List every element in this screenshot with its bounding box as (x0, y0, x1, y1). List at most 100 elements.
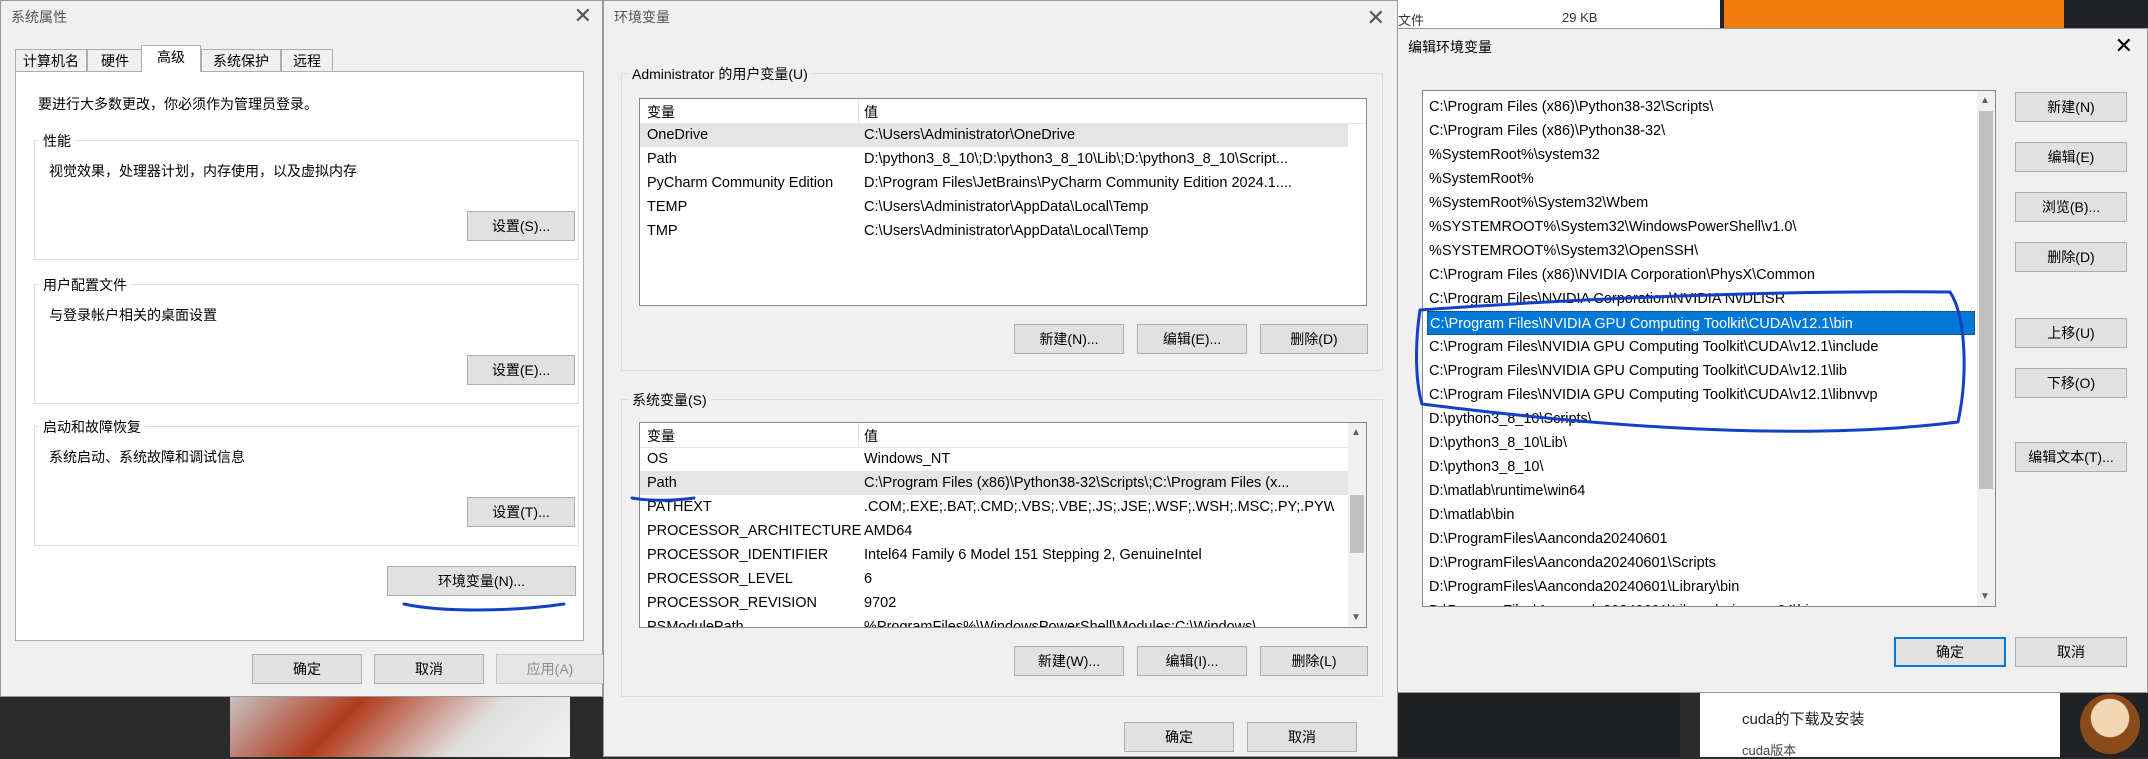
header-divider[interactable] (858, 423, 859, 447)
list-item[interactable]: D:\ProgramFiles\Aanconda20240601\Library… (1427, 575, 1739, 599)
ok-button[interactable]: 确定 (252, 654, 362, 684)
tab-computer-name[interactable]: 计算机名 (15, 49, 87, 71)
background-article-card[interactable]: cuda的下载及安装 cuda版本 (1700, 690, 2060, 758)
environment-variables-button[interactable]: 环境变量(N)... (387, 566, 576, 596)
table-row[interactable]: Path C:\Program Files (x86)\Python38-32\S… (640, 471, 1348, 495)
table-row[interactable]: PROCESSOR_LEVEL 6 (640, 567, 1348, 591)
table-row[interactable]: PATHEXT .COM;.EXE;.BAT;.CMD;.VBS;.VBE;.JS… (640, 495, 1348, 519)
user-edit-button[interactable]: 编辑(E)... (1137, 324, 1247, 354)
list-item[interactable]: C:\Program Files\NVIDIA GPU Computing To… (1427, 383, 1878, 407)
list-item[interactable]: C:\Program Files (x86)\Python38-32\ (1427, 119, 1665, 143)
path-edit-button[interactable]: 编辑(E) (2015, 142, 2127, 172)
background-photo (230, 690, 570, 757)
column-header-variable[interactable]: 变量 (647, 426, 675, 446)
user-profiles-desc: 与登录帐户相关的桌面设置 (49, 307, 217, 323)
startup-recovery-label: 启动和故障恢复 (39, 417, 145, 437)
list-item[interactable]: D:\ProgramFiles\Aanconda20240601 (1427, 527, 1668, 551)
cancel-button[interactable]: 取消 (374, 654, 484, 684)
table-row[interactable]: Path D:\python3_8_10\;D:\python3_8_10\Lib… (640, 147, 1348, 171)
list-item[interactable]: %SystemRoot% (1427, 167, 1534, 191)
edit-text-button[interactable]: 编辑文本(T)... (2015, 442, 2127, 472)
user-delete-button[interactable]: 删除(D) (1260, 324, 1368, 354)
header-divider[interactable] (858, 99, 859, 123)
variable-name: PROCESSOR_LEVEL (647, 571, 793, 587)
startup-recovery-desc: 系统启动、系统故障和调试信息 (49, 449, 245, 465)
variable-name: OneDrive (647, 127, 709, 143)
path-delete-button[interactable]: 删除(D) (2015, 242, 2127, 272)
scroll-thumb[interactable] (1350, 495, 1364, 553)
path-browse-button[interactable]: 浏览(B)... (2015, 192, 2127, 222)
list-item[interactable]: D:\ProgramFiles\Aanconda20240601\Scripts (1427, 551, 1716, 575)
system-variables-list[interactable]: 变量 值 OS Windows_NT Path C:\Program Files (x… (639, 422, 1367, 628)
scroll-thumb[interactable] (1979, 111, 1993, 489)
performance-settings-button[interactable]: 设置(S)... (467, 211, 575, 241)
user-profiles-settings-button[interactable]: 设置(E)... (467, 355, 575, 385)
list-item[interactable]: C:\Program Files\NVIDIA GPU Computing To… (1427, 311, 1975, 335)
tab-advanced[interactable]: 高级 (141, 45, 201, 72)
table-row[interactable]: OneDrive C:\Users\Administrator\OneDrive (640, 123, 1348, 147)
table-row[interactable]: PROCESSOR_IDENTIFIER Intel64 Family 6 Mod… (640, 543, 1348, 567)
table-row[interactable]: PROCESSOR_ARCHITECTURE AMD64 (640, 519, 1348, 543)
variable-value: D:\Program Files\JetBrains\PyCharm Commu… (864, 175, 1292, 191)
list-item[interactable]: D:\matlab\bin (1427, 503, 1514, 527)
move-down-button[interactable]: 下移(O) (2015, 368, 2127, 398)
variable-value: 9702 (864, 595, 897, 611)
system-new-button[interactable]: 新建(W)... (1014, 646, 1124, 676)
background-banner (1724, 0, 2064, 28)
table-row[interactable]: OS Windows_NT (640, 447, 1348, 471)
move-up-button[interactable]: 上移(U) (2015, 318, 2127, 348)
list-item[interactable]: D:\python3_8_10\Lib\ (1427, 431, 1567, 455)
variable-name: TEMP (647, 199, 688, 215)
startup-settings-button[interactable]: 设置(T)... (467, 497, 575, 527)
tab-system-protection[interactable]: 系统保护 (201, 49, 281, 71)
table-row[interactable]: PSModulePath %ProgramFiles%\WindowsPowerS… (640, 615, 1348, 627)
table-row[interactable]: TMP C:\Users\Administrator\AppData\Local\… (640, 219, 1348, 243)
column-header-variable[interactable]: 变量 (647, 102, 675, 122)
path-list-scrollbar[interactable]: ▲ ▼ (1977, 91, 1995, 606)
list-item[interactable]: D:\matlab\runtime\win64 (1427, 479, 1585, 503)
cancel-button[interactable]: 取消 (2015, 637, 2127, 667)
close-icon[interactable]: ✕ (1367, 5, 1385, 31)
list-item[interactable]: C:\Program Files (x86)\NVIDIA Corporatio… (1427, 263, 1815, 287)
list-item[interactable]: D:\python3_8_10\Scripts\ (1427, 407, 1592, 431)
list-item[interactable]: C:\Program Files (x86)\Python38-32\Scrip… (1427, 95, 1713, 119)
list-item[interactable]: %SYSTEMROOT%\System32\OpenSSH\ (1427, 239, 1698, 263)
ok-button[interactable]: 确定 (1124, 722, 1234, 752)
user-new-button[interactable]: 新建(N)... (1014, 324, 1124, 354)
list-item[interactable]: C:\Program Files\NVIDIA GPU Computing To… (1427, 335, 1878, 359)
list-header: 变量 值 (640, 99, 1366, 124)
close-icon[interactable]: ✕ (574, 3, 592, 29)
list-item[interactable]: D:\ProgramFiles\Aanconda20240601\Library… (1427, 599, 1817, 606)
ok-button[interactable]: 确定 (1894, 637, 2006, 667)
article-title[interactable]: cuda的下载及安装 (1742, 708, 1865, 729)
scroll-down-icon[interactable]: ▼ (1980, 591, 1990, 602)
tab-hardware[interactable]: 硬件 (87, 49, 143, 71)
user-variables-list[interactable]: 变量 值 OneDrive C:\Users\Administrator\OneD… (639, 98, 1367, 306)
path-new-button[interactable]: 新建(N) (2015, 92, 2127, 122)
column-header-value[interactable]: 值 (864, 426, 878, 446)
table-row[interactable]: PyCharm Community Edition D:\Program File… (640, 171, 1348, 195)
table-row[interactable]: TEMP C:\Users\Administrator\AppData\Local… (640, 195, 1348, 219)
scroll-up-icon[interactable]: ▲ (1980, 95, 1990, 106)
list-item[interactable]: C:\Program Files\NVIDIA Corporation\NVID… (1427, 287, 1785, 311)
path-entries-list[interactable]: C:\Program Files (x86)\Python38-32\Scrip… (1422, 90, 1996, 607)
variable-name: PyCharm Community Edition (647, 175, 834, 191)
system-list-scrollbar[interactable]: ▲ ▼ (1348, 423, 1366, 627)
close-icon[interactable]: ✕ (2115, 33, 2133, 59)
scroll-down-icon[interactable]: ▼ (1351, 612, 1361, 623)
list-item[interactable]: D:\python3_8_10\ (1427, 455, 1543, 479)
list-item[interactable]: C:\Program Files\NVIDIA GPU Computing To… (1427, 359, 1847, 383)
cancel-button[interactable]: 取消 (1247, 722, 1357, 752)
table-row[interactable]: PROCESSOR_REVISION 9702 (640, 591, 1348, 615)
variable-value: C:\Users\Administrator\AppData\Local\Tem… (864, 223, 1149, 239)
list-item[interactable]: %SYSTEMROOT%\System32\WindowsPowerShell\… (1427, 215, 1796, 239)
scroll-up-icon[interactable]: ▲ (1351, 427, 1361, 438)
column-header-value[interactable]: 值 (864, 102, 878, 122)
tab-remote[interactable]: 远程 (281, 49, 333, 71)
system-delete-button[interactable]: 删除(L) (1260, 646, 1368, 676)
apply-button[interactable]: 应用(A) (496, 654, 604, 684)
list-item[interactable]: %SystemRoot%\system32 (1427, 143, 1600, 167)
variable-name: OS (647, 451, 668, 467)
system-edit-button[interactable]: 编辑(I)... (1137, 646, 1247, 676)
list-item[interactable]: %SystemRoot%\System32\Wbem (1427, 191, 1648, 215)
